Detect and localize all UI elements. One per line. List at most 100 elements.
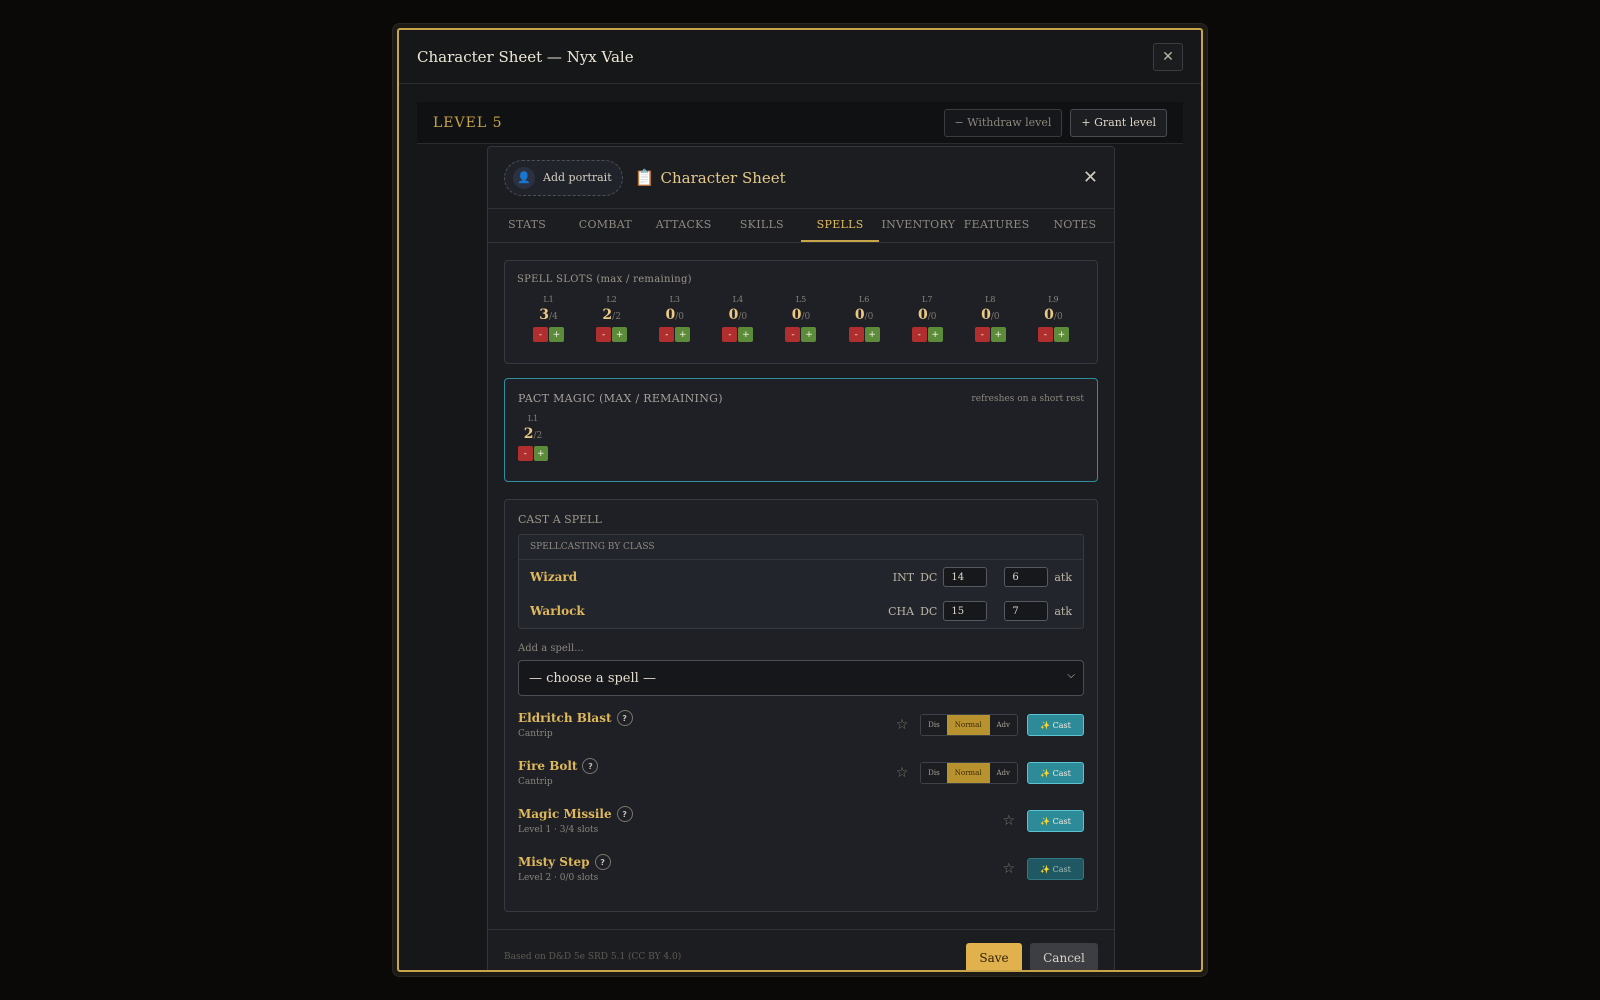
help-icon[interactable]: ? (594, 854, 611, 870)
slot-decrement-button[interactable]: - (596, 327, 612, 342)
pact-slot-max: /2 (533, 431, 543, 441)
spell-slot: L9 0/0- + (1022, 295, 1085, 342)
spell-slot: L4 0/0- + (706, 295, 769, 342)
spell-slot-value: 0 (917, 307, 928, 323)
spell-controls: ☆ Dis Normal Adv ✨ Cast (896, 714, 1084, 736)
spell-slot-count: 0/0 (833, 307, 896, 323)
dialog-header: 👤 Add portrait 📋 Character Sheet ✕ (488, 147, 1114, 209)
spell-name[interactable]: Misty Step (518, 855, 590, 869)
help-icon[interactable]: ? (582, 758, 599, 774)
spell-slot-value: 0 (1044, 307, 1054, 323)
tab-features[interactable]: FEATURES (958, 209, 1036, 242)
spell-controls: ☆ ✨ Cast (1002, 810, 1084, 832)
slot-decrement-button[interactable]: - (659, 327, 675, 342)
slot-increment-button[interactable]: + (927, 327, 943, 342)
normal-button[interactable]: Normal (946, 763, 990, 783)
spell-name[interactable]: Fire Bolt (518, 759, 577, 773)
spell-slot-count: 0/0 (769, 307, 832, 323)
spellcasting-by-class: SPELLCASTING BY CLASS Wizard INT DC 14 6 atk W… (518, 534, 1084, 629)
dc-label: DC (920, 570, 938, 584)
spell-slot-count: 0/0 (959, 307, 1022, 323)
advantage-button[interactable]: Adv (989, 715, 1017, 735)
spell-select[interactable]: — choose a spell — ⌵ (518, 660, 1084, 696)
spell-attack-input[interactable]: 7 (1004, 601, 1049, 621)
spell-subtitle: Level 2 · 0/0 slots (518, 873, 599, 883)
slot-increment-button[interactable]: + (864, 327, 880, 342)
tab-spells[interactable]: SPELLS (801, 209, 880, 242)
pact-increment-button[interactable]: + (533, 446, 548, 461)
star-icon[interactable]: ☆ (896, 765, 909, 781)
normal-button[interactable]: Normal (946, 715, 990, 735)
slot-decrement-button[interactable]: - (848, 327, 864, 342)
tab-attacks[interactable]: ATTACKS (645, 209, 723, 242)
cast-a-spell-panel: CAST A SPELL SPELLCASTING BY CLASS Wizar… (504, 499, 1098, 912)
add-portrait-button[interactable]: 👤 Add portrait (504, 159, 623, 196)
slot-decrement-button[interactable]: - (785, 327, 801, 342)
tab-skills[interactable]: SKILLS (723, 209, 801, 242)
spell-slot-label: L2 (606, 295, 617, 304)
help-icon[interactable]: ? (616, 710, 633, 726)
slot-increment-button[interactable]: + (612, 327, 628, 342)
class-row: Wizard INT DC 14 6 atk (519, 560, 1083, 594)
advantage-button[interactable]: Adv (989, 763, 1017, 783)
tab-combat[interactable]: COMBAT (566, 209, 644, 242)
slot-decrement-button[interactable]: - (1037, 327, 1053, 342)
slot-decrement-button[interactable]: - (722, 327, 738, 342)
cancel-button[interactable]: Cancel (1030, 943, 1098, 970)
spell-slot: L2 2/2- + (580, 295, 643, 342)
spell-slot-max: /4 (549, 312, 558, 322)
tab-bar: STATS COMBAT ATTACKS SKILLS SPELLS INVENTORY F… (488, 209, 1114, 243)
spell-slot-count: 0/0 (1022, 307, 1085, 323)
advantage-toggle: Dis Normal Adv (920, 714, 1018, 736)
atk-label: atk (1054, 604, 1072, 618)
slot-decrement-button[interactable]: - (974, 327, 990, 342)
spell-name[interactable]: Magic Missile (518, 807, 612, 821)
slot-stepper: - + (833, 327, 896, 342)
tab-notes[interactable]: NOTES (1036, 209, 1114, 242)
spell-slot-count: 0/0 (896, 307, 959, 323)
class-stats: CHA DC 15 7 atk (888, 601, 1072, 621)
disadvantage-button[interactable]: Dis (921, 715, 947, 735)
cast-button[interactable]: ✨ Cast (1027, 762, 1084, 784)
spell-row: Fire Bolt? Cantrip ☆ Dis Normal Adv ✨ Cast (518, 756, 1084, 804)
star-icon[interactable]: ☆ (1002, 813, 1015, 829)
dialog-close-icon[interactable]: ✕ (1083, 167, 1098, 188)
window-close-icon[interactable]: ✕ (1153, 43, 1183, 71)
save-button[interactable]: Save (966, 943, 1022, 970)
star-icon[interactable]: ☆ (1002, 861, 1015, 877)
tab-stats[interactable]: STATS (488, 209, 566, 242)
chevron-down-icon: ⌵ (1067, 670, 1075, 681)
ability-label: CHA (888, 604, 915, 618)
spell-subtitle: Level 1 · 3/4 slots (518, 825, 599, 835)
tab-inventory[interactable]: INVENTORY (879, 209, 957, 242)
spell-attack-input[interactable]: 6 (1004, 567, 1049, 587)
slot-increment-button[interactable]: + (990, 327, 1006, 342)
star-icon[interactable]: ☆ (896, 717, 909, 733)
slot-increment-button[interactable]: + (738, 327, 754, 342)
character-sheet-dialog: 👤 Add portrait 📋 Character Sheet ✕ STATS… (487, 146, 1115, 970)
spell-name-row: Misty Step? (518, 852, 1084, 870)
spell-slot: L5 0/0 - + (769, 295, 832, 342)
spell-dc-input[interactable]: 14 (943, 567, 988, 587)
slot-increment-button[interactable]: + (675, 327, 691, 342)
slot-stepper: - + (769, 327, 832, 342)
spell-name[interactable]: Eldritch Blast (518, 711, 612, 725)
grant-level-button[interactable]: + Grant level (1070, 108, 1167, 137)
help-icon[interactable]: ? (616, 806, 633, 822)
class-stats: INT DC 14 6 atk (893, 567, 1072, 587)
cast-button[interactable]: ✨ Cast (1027, 858, 1084, 880)
pact-decrement-button[interactable]: - (518, 446, 533, 461)
slot-increment-button[interactable]: + (549, 327, 565, 342)
slot-stepper: - + (580, 327, 643, 342)
disadvantage-button[interactable]: Dis (921, 763, 947, 783)
cast-button[interactable]: ✨ Cast (1027, 810, 1084, 832)
withdraw-level-button[interactable]: − Withdraw level (943, 108, 1063, 137)
slot-increment-button[interactable]: + (801, 327, 817, 342)
slot-stepper: - + (896, 327, 959, 342)
slot-decrement-button[interactable]: - (533, 327, 549, 342)
cast-button[interactable]: ✨ Cast (1027, 714, 1084, 736)
slot-decrement-button[interactable]: - (911, 327, 927, 342)
spell-dc-input[interactable]: 15 (943, 601, 988, 621)
slot-increment-button[interactable]: + (1053, 327, 1069, 342)
spell-slot-label: L4 (732, 295, 744, 304)
